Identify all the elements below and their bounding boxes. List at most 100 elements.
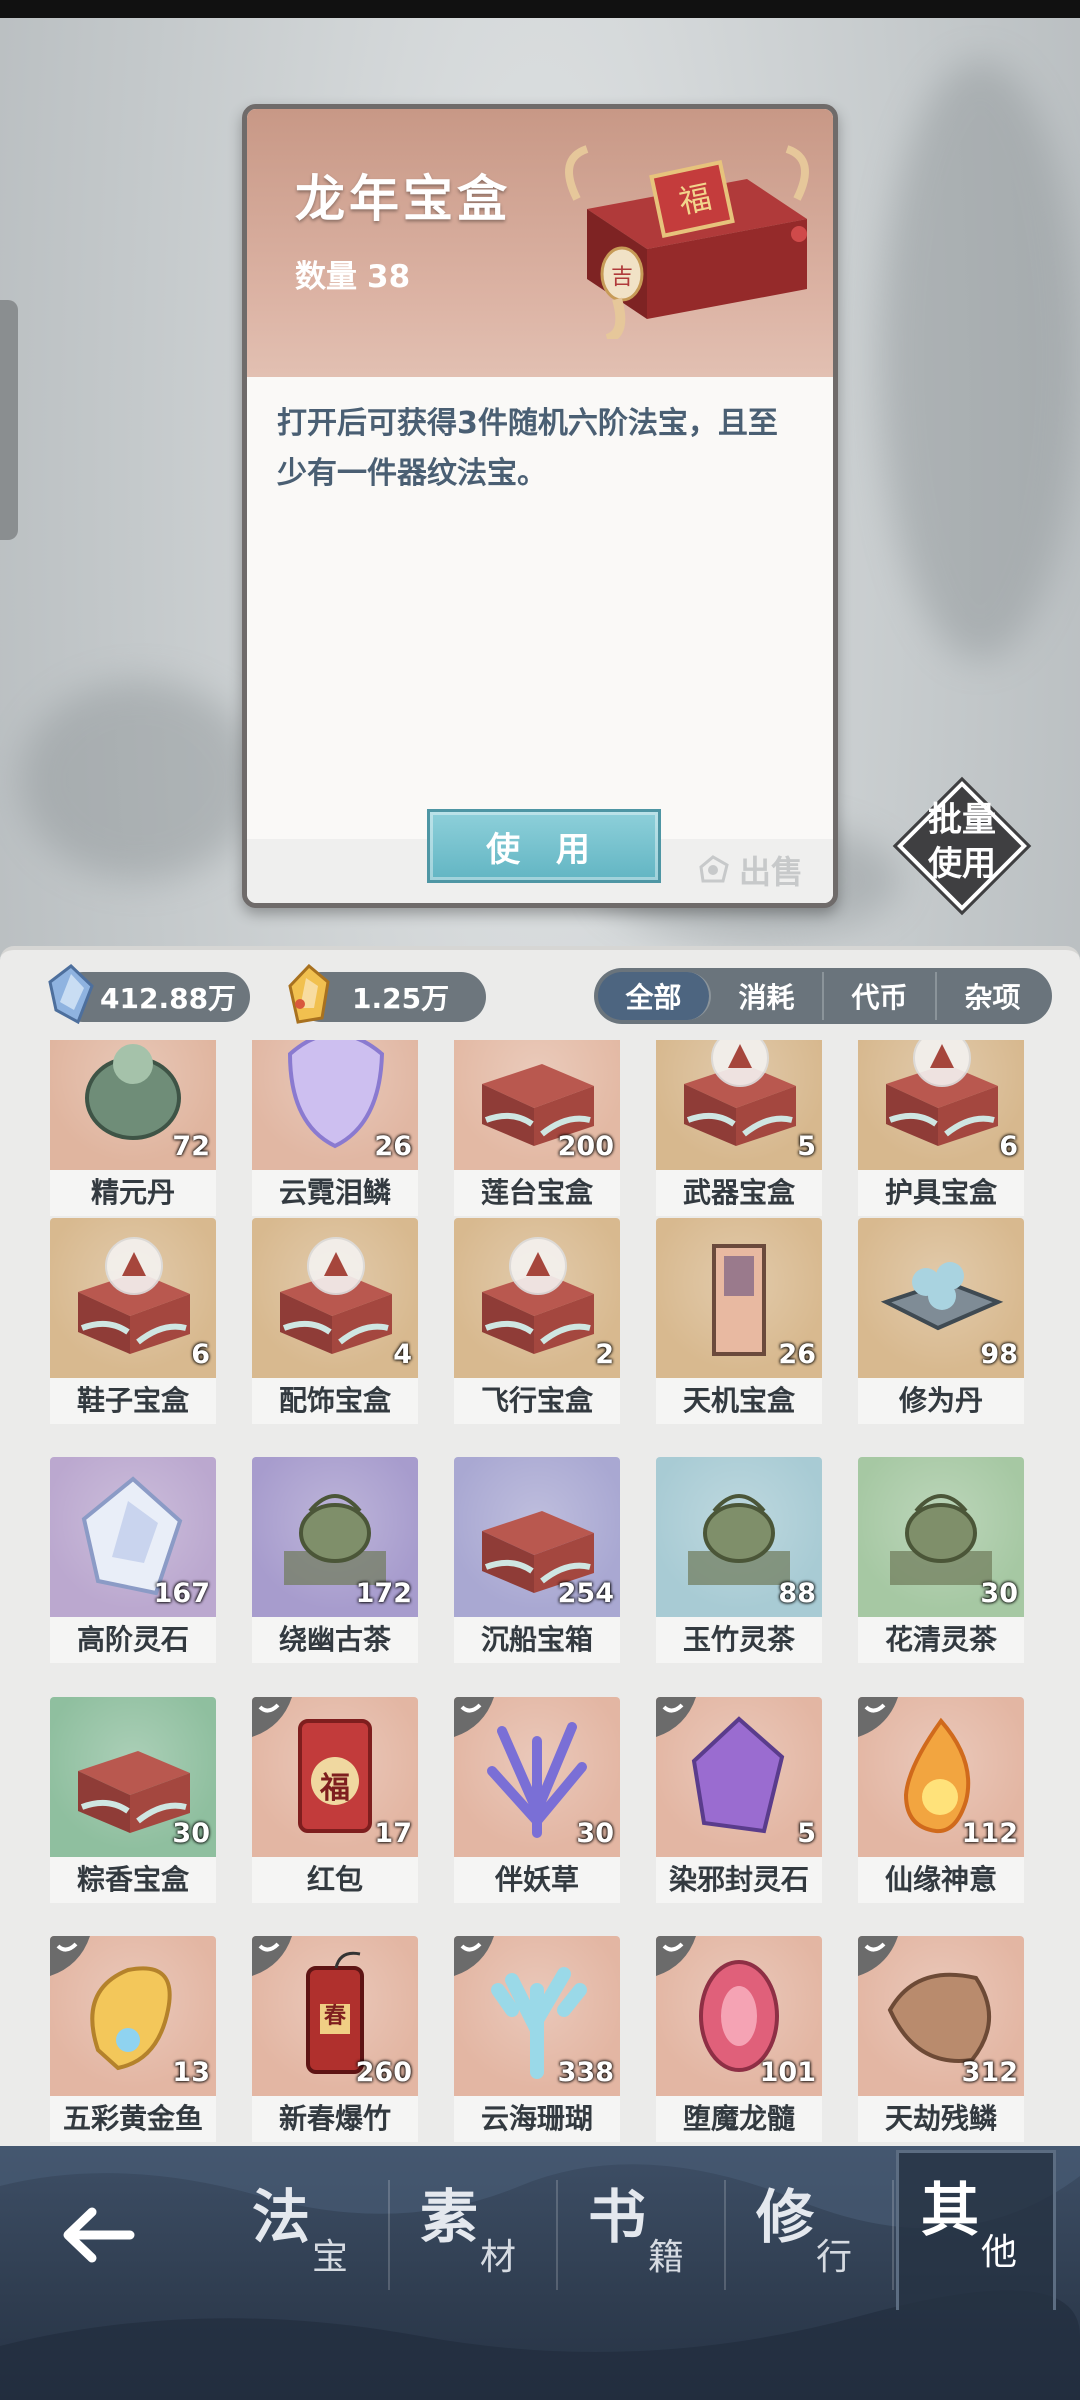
- box-tag: 吉: [611, 265, 633, 290]
- filter-tab-misc[interactable]: 杂项: [937, 972, 1048, 1020]
- inventory-item[interactable]: 福 17 红包: [252, 1697, 418, 1903]
- inventory-item[interactable]: 5 染邪封灵石: [656, 1697, 822, 1903]
- item-quantity: 数量 38: [295, 251, 410, 296]
- item-tile: 338: [454, 1936, 620, 2096]
- item-name: 莲台宝盒: [454, 1170, 620, 1216]
- inventory-item[interactable]: 5 武器宝盒: [656, 1040, 822, 1216]
- item-name: 精元丹: [50, 1170, 216, 1216]
- item-tile: 88: [656, 1457, 822, 1617]
- inventory-item[interactable]: 98 修为丹: [858, 1218, 1024, 1424]
- item-name: 飞行宝盒: [454, 1378, 620, 1424]
- item-tile: 112: [858, 1697, 1024, 1857]
- item-name: 配饰宝盒: [252, 1378, 418, 1424]
- nav-tab-main: 素: [420, 2183, 479, 2251]
- inventory-item[interactable]: 312 天劫残鳞: [858, 1936, 1024, 2142]
- item-tile: 4: [252, 1218, 418, 1378]
- item-grid: 72 精元丹 26 云霓泪鳞 200 莲台宝盒 5 武器宝盒 6 护具宝盒 6 鞋子宝盒 4 配饰宝盒 2 飞…: [50, 1040, 1030, 2150]
- inventory-item[interactable]: 4 配饰宝盒: [252, 1218, 418, 1424]
- item-tile: 26: [252, 1040, 418, 1170]
- filter-tab-all[interactable]: 全部: [598, 972, 711, 1020]
- inventory-item[interactable]: 30 粽香宝盒: [50, 1697, 216, 1903]
- nav-tab-cultivation[interactable]: 修 行: [734, 2170, 894, 2300]
- item-count: 6: [999, 1131, 1018, 1162]
- inventory-item[interactable]: 30 花清灵茶: [858, 1457, 1024, 1663]
- firecracker-character: 春: [323, 2003, 346, 2029]
- inventory-item[interactable]: 88 玉竹灵茶: [656, 1457, 822, 1663]
- batch-use-button[interactable]: 批量 使用: [892, 776, 1032, 916]
- item-tile: 30: [454, 1697, 620, 1857]
- item-count: 17: [374, 1818, 412, 1849]
- item-count: 2: [595, 1339, 614, 1370]
- filter-tab-token[interactable]: 代币: [824, 972, 937, 1020]
- nav-tab-main: 修: [756, 2183, 815, 2251]
- item-count: 88: [778, 1578, 816, 1609]
- item-count: 30: [576, 1818, 614, 1849]
- nav-tab-materials[interactable]: 素 材: [398, 2170, 558, 2300]
- envelope-character: 福: [320, 1771, 350, 1806]
- item-count: 72: [172, 1131, 210, 1162]
- item-tile: 6: [50, 1218, 216, 1378]
- inventory-item[interactable]: 254 沉船宝箱: [454, 1457, 620, 1663]
- item-detail-card: 龙年宝盒 数量 38 福 吉 打开后可获得3件随机六阶法宝，且至少有一件器纹法宝。…: [242, 104, 838, 908]
- item-name: 云霓泪鳞: [252, 1170, 418, 1216]
- item-tile: 5: [656, 1697, 822, 1857]
- item-name: 仙缘神意: [858, 1857, 1024, 1903]
- inventory-item[interactable]: 200 莲台宝盒: [454, 1040, 620, 1216]
- nav-tab-books[interactable]: 书 籍: [566, 2170, 726, 2300]
- inventory-item[interactable]: 167 高阶灵石: [50, 1457, 216, 1663]
- inventory-item[interactable]: 112 仙缘神意: [858, 1697, 1024, 1903]
- accessory-chest-icon: [280, 1237, 392, 1354]
- item-title: 龙年宝盒: [295, 169, 511, 228]
- item-count: 254: [557, 1578, 614, 1609]
- item-description: 打开后可获得3件随机六阶法宝，且至少有一件器纹法宝。: [277, 406, 778, 491]
- event-corner-icon: [454, 1697, 494, 1737]
- inventory-item[interactable]: 30 伴妖草: [454, 1697, 620, 1903]
- event-corner-icon: [656, 1697, 696, 1737]
- spirit-stone-amount: 412.88万: [100, 982, 237, 1015]
- event-corner-icon: [252, 1936, 292, 1976]
- item-tile: 312: [858, 1936, 1024, 2096]
- item-name: 堕魔龙髓: [656, 2096, 822, 2142]
- armor-chest-icon: [886, 1040, 998, 1146]
- inventory-item[interactable]: 26 云霓泪鳞: [252, 1040, 418, 1216]
- item-tile: 春 260: [252, 1936, 418, 2096]
- sell-button[interactable]: 出售: [697, 847, 803, 893]
- inventory-item[interactable]: 172 绕幽古茶: [252, 1457, 418, 1663]
- item-tile: 172: [252, 1457, 418, 1617]
- inventory-item[interactable]: 101 堕魔龙髓: [656, 1936, 822, 2142]
- item-count: 26: [778, 1339, 816, 1370]
- inventory-item[interactable]: 26 天机宝盒: [656, 1218, 822, 1424]
- item-name: 护具宝盒: [858, 1170, 1024, 1216]
- nav-tab-other[interactable]: 其 他: [896, 2150, 1056, 2310]
- item-count: 30: [172, 1818, 210, 1849]
- spirit-stone-icon: [48, 964, 94, 1024]
- nav-tab-sub: 他: [981, 2232, 1018, 2273]
- nav-tab-treasure[interactable]: 法 宝: [230, 2170, 390, 2300]
- item-tile: 254: [454, 1457, 620, 1617]
- item-tile: 98: [858, 1218, 1024, 1378]
- side-drawer-handle[interactable]: [0, 300, 18, 540]
- item-count: 26: [374, 1131, 412, 1162]
- inventory-item[interactable]: 6 鞋子宝盒: [50, 1218, 216, 1424]
- item-count: 112: [961, 1818, 1018, 1849]
- inventory-item[interactable]: 2 飞行宝盒: [454, 1218, 620, 1424]
- status-bar: [0, 0, 1080, 18]
- back-button[interactable]: [50, 2190, 150, 2280]
- item-count: 101: [759, 2057, 816, 2088]
- filter-tab-consumable[interactable]: 消耗: [711, 972, 824, 1020]
- ink-wash-decoration: [880, 60, 1080, 660]
- inventory-item[interactable]: 春 260 新春爆竹: [252, 1936, 418, 2142]
- item-tile: 6: [858, 1040, 1024, 1170]
- inventory-item[interactable]: 72 精元丹: [50, 1040, 216, 1216]
- item-count: 30: [980, 1578, 1018, 1609]
- inventory-item[interactable]: 13 五彩黄金鱼: [50, 1936, 216, 2142]
- inventory-item[interactable]: 6 护具宝盒: [858, 1040, 1024, 1216]
- item-name: 染邪封灵石: [656, 1857, 822, 1903]
- jade-amount: 1.25万: [352, 982, 450, 1015]
- item-count: 6: [191, 1339, 210, 1370]
- item-count: 172: [355, 1578, 412, 1609]
- item-name: 武器宝盒: [656, 1170, 822, 1216]
- event-corner-icon: [50, 1936, 90, 1976]
- inventory-item[interactable]: 338 云海珊瑚: [454, 1936, 620, 2142]
- use-button[interactable]: 使 用: [427, 809, 661, 883]
